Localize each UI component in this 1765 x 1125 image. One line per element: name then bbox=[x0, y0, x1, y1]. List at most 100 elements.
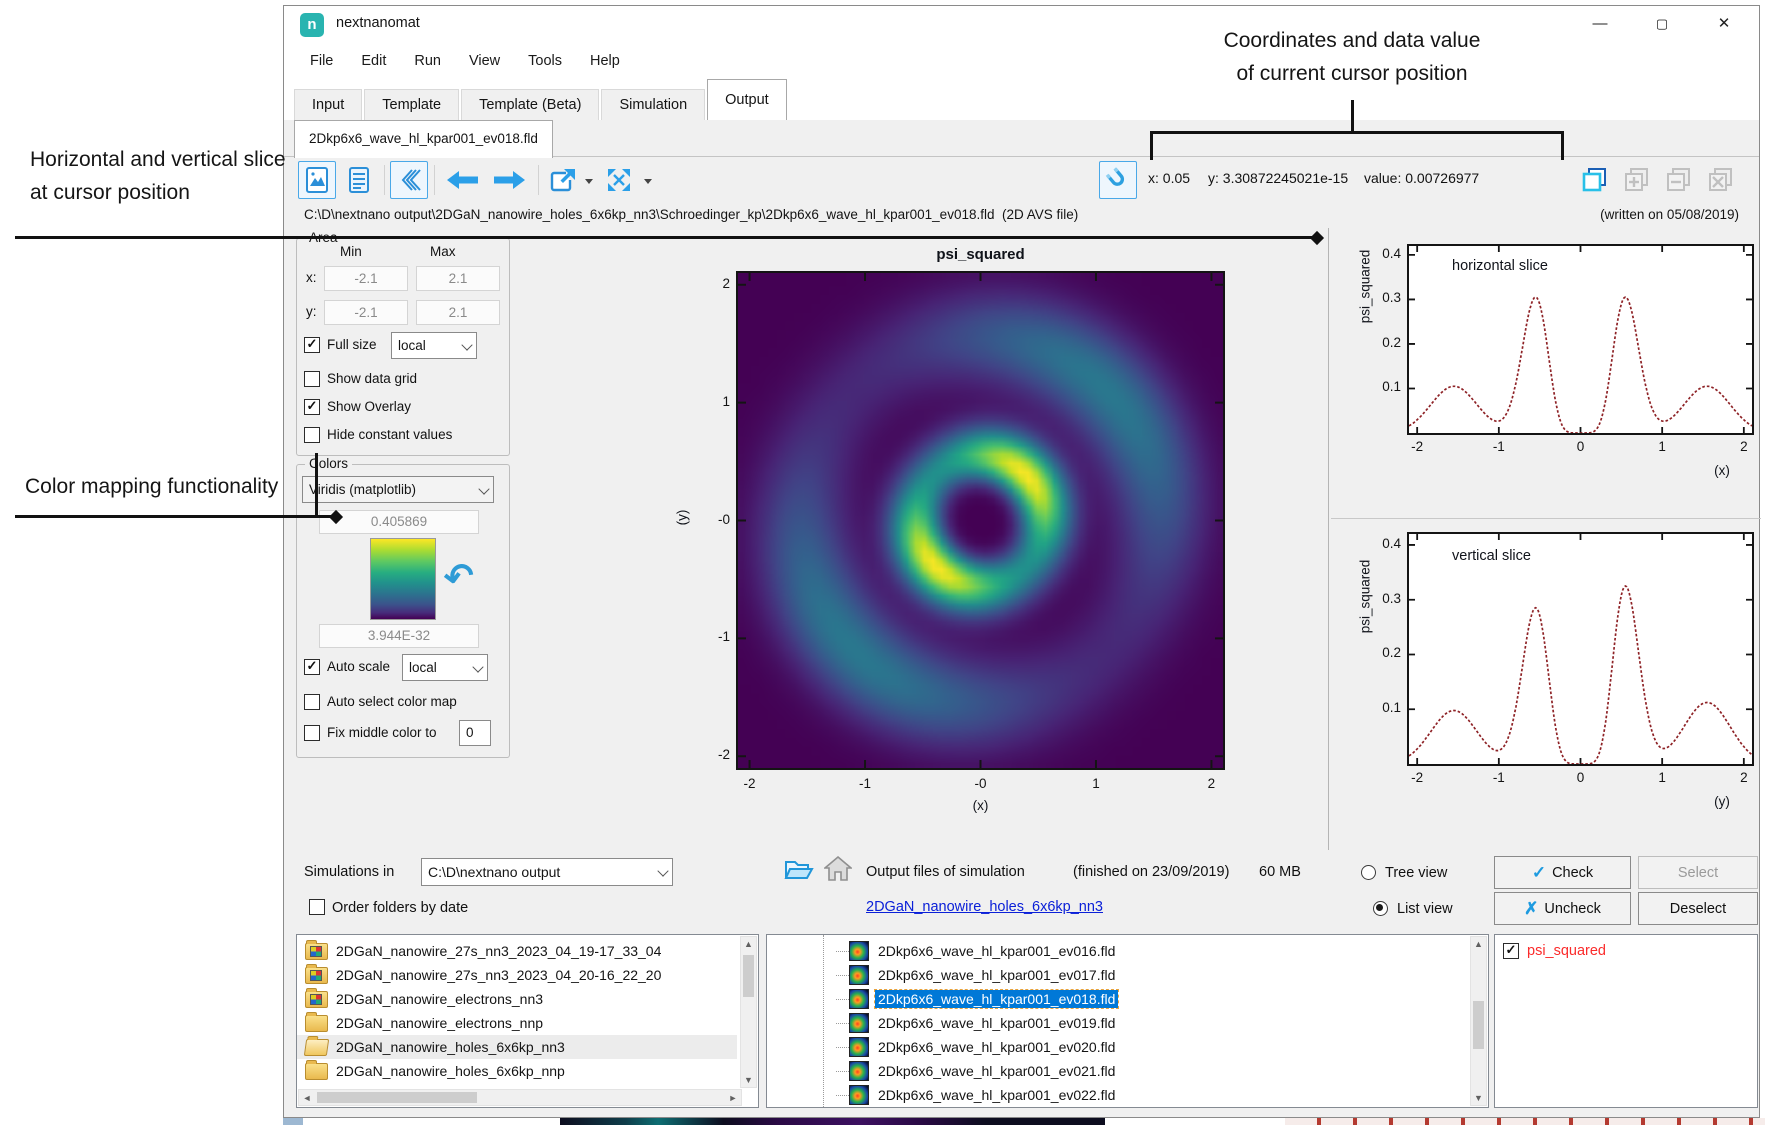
folder-item[interactable]: 2DGaN_nanowire_holes_6x6kp_nnp bbox=[297, 1059, 737, 1083]
list-view-label: List view bbox=[1397, 901, 1453, 917]
heatmap-plot[interactable] bbox=[736, 271, 1225, 770]
close-button[interactable]: ✕ bbox=[1695, 6, 1753, 42]
add-plot-button[interactable] bbox=[1618, 161, 1656, 199]
output-file-list[interactable]: 2Dkp6x6_wave_hl_kpar001_ev016.fld2Dkp6x6… bbox=[766, 934, 1489, 1108]
fix-middle-color-label: Fix middle color to bbox=[327, 725, 437, 740]
list-view-radio[interactable] bbox=[1373, 901, 1388, 916]
coords-callout-bracket-left bbox=[1150, 131, 1153, 160]
variables-list[interactable]: ✓ psi_squared bbox=[1494, 934, 1758, 1108]
minimize-button[interactable]: — bbox=[1571, 6, 1629, 42]
folder-item[interactable]: 2DGaN_nanowire_electrons_nn3 bbox=[297, 987, 737, 1011]
maximize-button[interactable]: ▢ bbox=[1633, 6, 1691, 42]
full-size-scope-dropdown[interactable]: local bbox=[391, 332, 477, 359]
colors-callout-line bbox=[15, 515, 333, 518]
output-file-item[interactable]: 2Dkp6x6_wave_hl_kpar001_ev022.fld bbox=[767, 1083, 1467, 1107]
folder-list-vscrollbar[interactable]: ▲ ▼ bbox=[740, 936, 757, 1088]
select-button[interactable]: Select bbox=[1638, 856, 1758, 889]
area-x-min-field[interactable]: -2.1 bbox=[324, 266, 408, 291]
next-file-button[interactable] bbox=[488, 161, 532, 199]
fix-middle-color-value[interactable]: 0 bbox=[459, 720, 491, 746]
deselect-button[interactable]: Deselect bbox=[1638, 892, 1758, 925]
colormap-dropdown[interactable]: Viridis (matplotlib) bbox=[302, 476, 494, 503]
folder-item[interactable]: 2DGaN_nanowire_27s_nn3_2023_04_19-17_33_… bbox=[297, 939, 737, 963]
flip-colormap-icon[interactable]: ↶ bbox=[441, 554, 477, 600]
copy-plot-button[interactable] bbox=[1576, 161, 1614, 199]
tab-template[interactable]: Template bbox=[364, 89, 459, 120]
tab-simulation[interactable]: Simulation bbox=[601, 89, 705, 120]
heatmap-ylabel: (y) bbox=[675, 478, 690, 558]
vertical-slice-curve bbox=[1409, 534, 1752, 764]
folder-item[interactable]: 2DGaN_nanowire_holes_6x6kp_nn3 bbox=[297, 1035, 737, 1059]
variable-checkbox[interactable]: ✓ bbox=[1503, 943, 1519, 959]
text-report-button[interactable] bbox=[340, 161, 378, 199]
menu-item-edit[interactable]: Edit bbox=[361, 53, 386, 69]
cursor-y-readout: y: 3.30872245021e-15 bbox=[1208, 170, 1348, 186]
show-overlay-checkbox[interactable]: ✓ bbox=[304, 399, 320, 415]
tree-view-radio[interactable] bbox=[1361, 865, 1376, 880]
close-plot-button[interactable] bbox=[1702, 161, 1740, 199]
output-file-item[interactable]: 2Dkp6x6_wave_hl_kpar001_ev020.fld bbox=[767, 1035, 1467, 1059]
image-view-button[interactable] bbox=[298, 161, 336, 199]
area-x-max-field[interactable]: 2.1 bbox=[416, 266, 500, 291]
tab-output[interactable]: Output bbox=[707, 79, 787, 120]
menu-item-view[interactable]: View bbox=[469, 53, 500, 69]
check-button[interactable]: ✓Check bbox=[1494, 856, 1631, 889]
auto-select-colormap-checkbox[interactable] bbox=[304, 694, 320, 710]
area-y-min-field[interactable]: -2.1 bbox=[324, 300, 408, 325]
fullscreen-button[interactable] bbox=[600, 161, 638, 199]
folder-list-hscrollbar[interactable]: ◄ ► bbox=[298, 1089, 742, 1106]
simulation-folder-link[interactable]: 2DGaN_nanowire_holes_6x6kp_nn3 bbox=[866, 899, 1103, 915]
show-data-grid-checkbox[interactable] bbox=[304, 371, 320, 387]
auto-scale-checkbox[interactable]: ✓ bbox=[304, 659, 320, 675]
order-folders-checkbox[interactable] bbox=[309, 899, 325, 915]
simulations-path-dropdown[interactable]: C:\D\nextnano output bbox=[421, 858, 673, 886]
output-file-item[interactable]: 2Dkp6x6_wave_hl_kpar001_ev019.fld bbox=[767, 1011, 1467, 1035]
folder-name: 2DGaN_nanowire_holes_6x6kp_nnp bbox=[336, 1063, 565, 1079]
full-size-checkbox[interactable]: ✓ bbox=[304, 337, 320, 353]
heatmap-tick-marks bbox=[738, 273, 1223, 768]
folder-item[interactable]: 2DGaN_nanowire_electrons_nnp bbox=[297, 1011, 737, 1035]
open-folder-icon[interactable] bbox=[784, 856, 814, 885]
fix-middle-color-checkbox[interactable] bbox=[304, 725, 320, 741]
slices-view-button[interactable] bbox=[390, 161, 428, 199]
output-file-item[interactable]: 2Dkp6x6_wave_hl_kpar001_ev021.fld bbox=[767, 1059, 1467, 1083]
colors-callout-stem bbox=[315, 453, 318, 517]
tab-template-beta-[interactable]: Template (Beta) bbox=[461, 89, 599, 120]
file-thumbnail-icon bbox=[849, 1061, 869, 1081]
hide-constant-values-checkbox[interactable] bbox=[304, 427, 320, 443]
snap-cursor-magnet-button[interactable] bbox=[1099, 161, 1137, 199]
menu-item-help[interactable]: Help bbox=[590, 53, 620, 69]
output-files-label: Output files of simulation bbox=[866, 864, 1025, 880]
simulation-folder-list[interactable]: 2DGaN_nanowire_27s_nn3_2023_04_19-17_33_… bbox=[296, 934, 759, 1108]
tab-input[interactable]: Input bbox=[294, 89, 362, 120]
tick-label: -1 bbox=[692, 629, 730, 644]
vertical-slice-plot bbox=[1407, 532, 1754, 766]
folder-name: 2DGaN_nanowire_holes_6x6kp_nn3 bbox=[336, 1039, 565, 1055]
auto-scale-scope-dropdown[interactable]: local bbox=[402, 654, 488, 681]
menu-item-run[interactable]: Run bbox=[414, 53, 441, 69]
remove-plot-button[interactable] bbox=[1660, 161, 1698, 199]
export-button[interactable] bbox=[544, 161, 582, 199]
previous-file-button[interactable] bbox=[440, 161, 484, 199]
file-name: 2Dkp6x6_wave_hl_kpar001_ev021.fld bbox=[875, 1062, 1118, 1080]
output-file-item[interactable]: 2Dkp6x6_wave_hl_kpar001_ev016.fld bbox=[767, 939, 1467, 963]
finished-on-label: (finished on 23/09/2019) bbox=[1073, 864, 1229, 880]
folder-name: 2DGaN_nanowire_27s_nn3_2023_04_20-16_22_… bbox=[336, 967, 661, 983]
folder-name: 2DGaN_nanowire_27s_nn3_2023_04_19-17_33_… bbox=[336, 943, 661, 959]
menu-item-tools[interactable]: Tools bbox=[528, 53, 562, 69]
color-min-value-field[interactable]: 3.944E-32 bbox=[319, 624, 479, 648]
file-list-vscrollbar[interactable]: ▲ ▼ bbox=[1470, 936, 1487, 1106]
folder-item[interactable]: 2DGaN_nanowire_27s_nn3_2023_04_20-16_22_… bbox=[297, 963, 737, 987]
export-dropdown-caret[interactable] bbox=[585, 179, 593, 184]
output-file-item[interactable]: 2Dkp6x6_wave_hl_kpar001_ev017.fld bbox=[767, 963, 1467, 987]
uncheck-button[interactable]: ✗Uncheck bbox=[1494, 892, 1631, 925]
area-y-max-field[interactable]: 2.1 bbox=[416, 300, 500, 325]
color-max-value-field[interactable]: 0.405869 bbox=[319, 510, 479, 534]
document-tab-row: 2Dkp6x6_wave_hl_kpar001_ev018.fld bbox=[284, 120, 1759, 157]
fullscreen-dropdown-caret[interactable] bbox=[644, 179, 652, 184]
slices-splitter[interactable] bbox=[1328, 228, 1329, 850]
menu-item-file[interactable]: File bbox=[310, 53, 333, 69]
document-tab[interactable]: 2Dkp6x6_wave_hl_kpar001_ev018.fld bbox=[294, 120, 553, 158]
output-file-item[interactable]: 2Dkp6x6_wave_hl_kpar001_ev018.fld bbox=[767, 987, 1467, 1011]
home-icon[interactable] bbox=[824, 855, 852, 885]
